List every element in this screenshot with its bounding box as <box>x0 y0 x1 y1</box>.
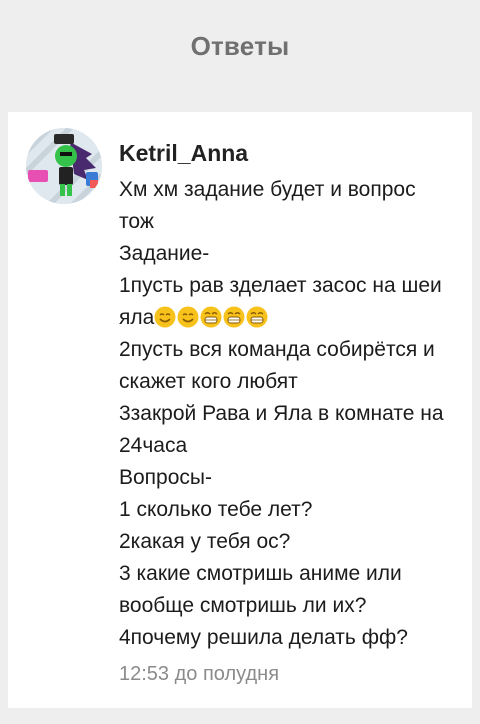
comment-line: яла <box>119 306 155 329</box>
comment-line: 2какая у тебя ос? <box>119 530 291 553</box>
comment-line: 1пусть рав зделает засос на шеи <box>119 274 442 297</box>
top-bar: Ответы <box>0 0 480 92</box>
username[interactable]: Ketril_Anna <box>119 140 248 167</box>
smiling-face-icon <box>154 306 176 328</box>
comment-line: 2пусть вся команда собирётся и <box>119 338 435 361</box>
grinning-face-icon <box>246 306 268 328</box>
comment-line: вообще смотришь ли их? <box>119 594 367 617</box>
comment-line: 3 какие смотришь аниме или <box>119 562 402 585</box>
comment-line: скажет кого любят <box>119 370 298 393</box>
comment-line: Вопросы- <box>119 466 213 489</box>
smiling-face-icon <box>177 306 199 328</box>
comment-line-with-emoji: яла <box>119 302 459 334</box>
avatar-image-icon <box>26 128 102 204</box>
grinning-face-icon <box>200 306 222 328</box>
page-title: Ответы <box>190 30 290 61</box>
comment-text: Хм хм задание будет и вопрос тож Задание… <box>119 174 459 654</box>
avatar[interactable] <box>26 128 102 204</box>
comment-line: тож <box>119 210 154 233</box>
comment-line: Задание- <box>119 242 210 265</box>
comment-card: Ketril_Anna Хм хм задание будет и вопрос… <box>8 112 472 708</box>
comment-line: Хм хм задание будет и вопрос <box>119 178 416 201</box>
comment-line: 24часа <box>119 434 188 457</box>
comment-line: 1 сколько тебе лет? <box>119 498 313 521</box>
timestamp: 12:53 до полудня <box>119 663 280 685</box>
grinning-face-icon <box>223 306 245 328</box>
comment-line: 4почему решила делать фф? <box>119 626 408 649</box>
comment-line: 3закрой Рава и Яла в комнате на <box>119 402 444 425</box>
